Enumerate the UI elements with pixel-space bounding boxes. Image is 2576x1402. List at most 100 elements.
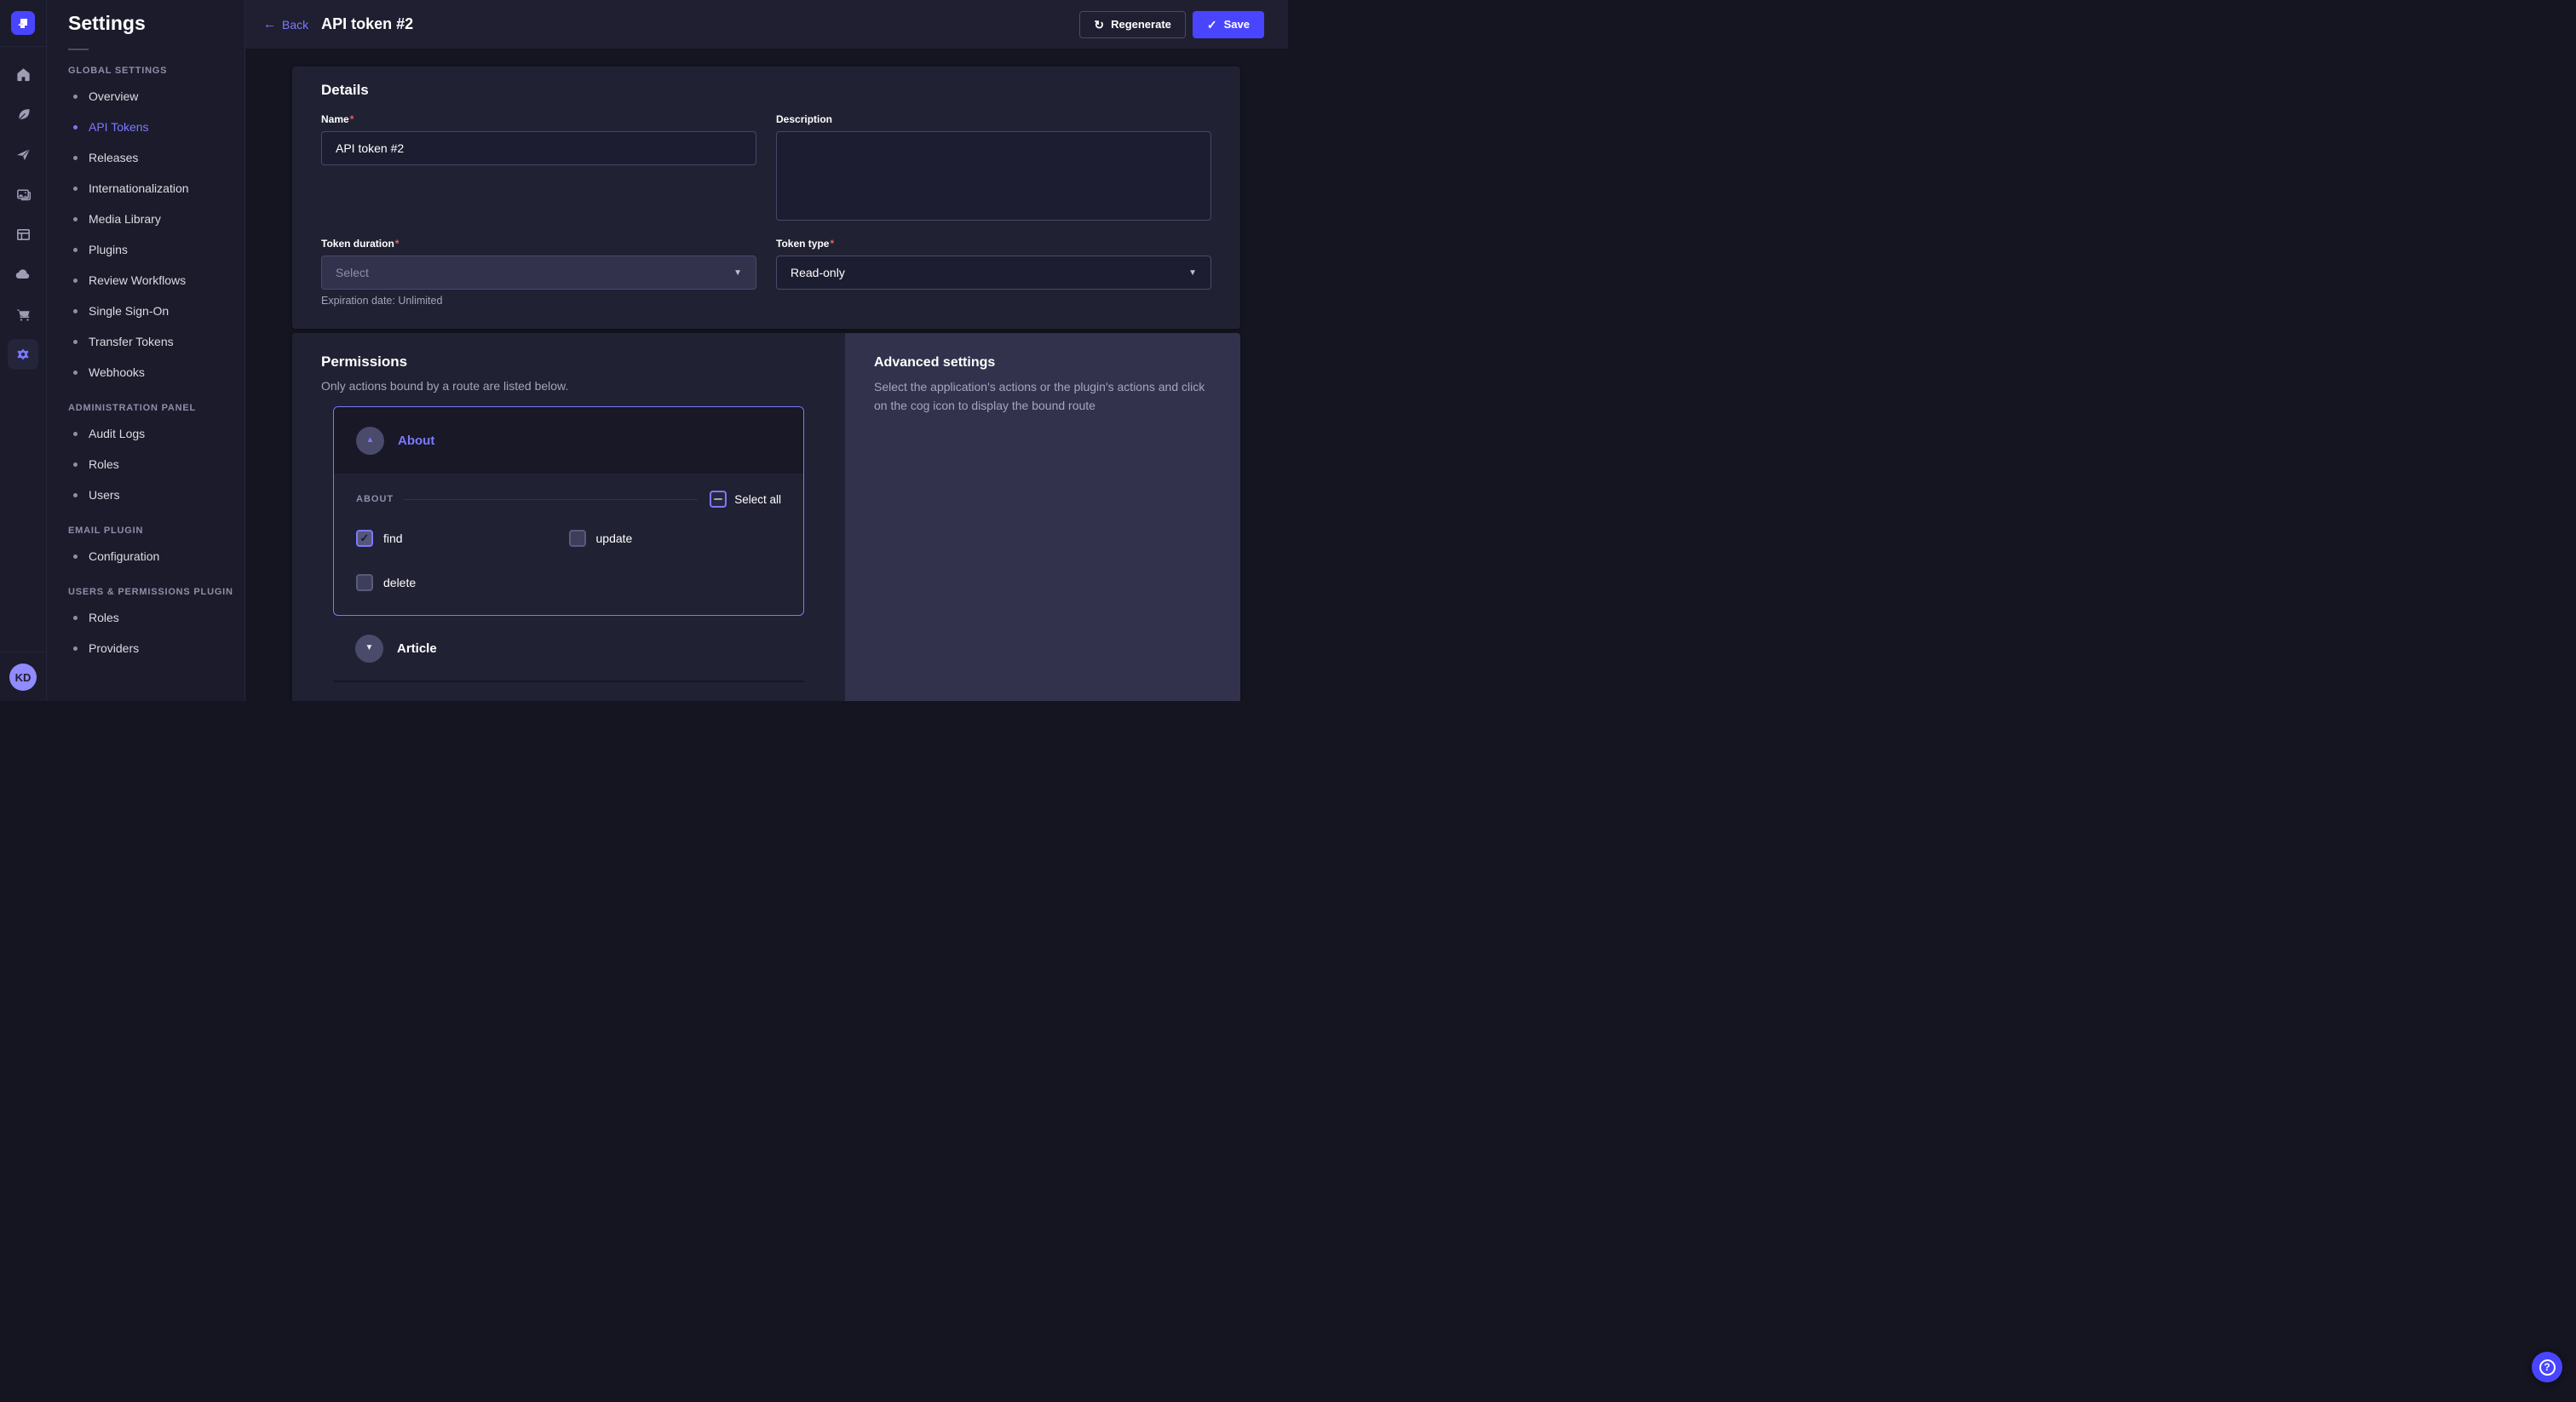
deploy-paper-plane-icon[interactable] [8,139,38,170]
sidebar-item-providers[interactable]: Providers [68,633,244,664]
main-nav-rail: KD [0,0,47,701]
page-title: API token #2 [321,15,413,33]
header-actions: ↻ Regenerate ✓ Save [1079,11,1264,38]
about-actions: ✓ find update [356,530,781,591]
sidebar-item-roles-admin[interactable]: Roles [68,449,244,480]
back-link[interactable]: ← Back [263,18,308,32]
media-library-icon[interactable] [8,179,38,210]
sidebar-item-single-sign-on[interactable]: Single Sign-On [68,296,244,326]
home-icon[interactable] [8,59,38,89]
delete-checkbox[interactable] [356,574,373,591]
bullet-icon [73,554,78,559]
chevron-down-icon: ▼ [365,644,374,652]
nav-section-label: USERS & PERMISSIONS PLUGIN [68,587,244,597]
name-input[interactable]: API token #2 [321,131,756,165]
indeterminate-dash-icon [714,498,722,500]
bullet-icon [73,493,78,497]
description-field-group: Description [776,113,1211,221]
content-manager-layout-icon[interactable] [8,219,38,250]
find-checkbox[interactable]: ✓ [356,530,373,547]
cloud-icon[interactable] [8,259,38,290]
sidebar-item-audit-logs[interactable]: Audit Logs [68,418,244,449]
strapi-logo-icon [16,16,30,30]
advanced-settings-panel: Advanced settings Select the application… [845,333,1240,701]
permissions-card: Permissions Only actions bound by a rout… [292,333,1240,701]
token-type-field-group: Token type* Read-only ▼ [776,238,1211,307]
rail-icons [8,59,38,701]
regenerate-button[interactable]: ↻ Regenerate [1079,11,1186,38]
accordion-about-label: About [398,434,434,448]
advanced-settings-heading: Advanced settings [874,355,1211,371]
token-type-select[interactable]: Read-only ▼ [776,256,1211,290]
token-duration-select[interactable]: Select ▼ [321,256,756,290]
permissions-panel: Permissions Only actions bound by a rout… [292,333,845,701]
sidebar-item-roles-up[interactable]: Roles [68,602,244,633]
refresh-icon: ↻ [1094,19,1104,31]
token-duration-field-group: Token duration* Select ▼ Expiration date… [321,238,756,307]
accordion-about-header[interactable]: ▲ About [334,407,803,474]
save-button[interactable]: ✓ Save [1193,11,1264,38]
token-type-label: Token type* [776,238,1211,250]
accordion-article-header[interactable]: ▼ Article [333,616,804,682]
bullet-icon [73,125,78,129]
bullet-icon [73,340,78,344]
settings-sidebar: Settings GLOBAL SETTINGS Overview API To… [47,0,245,701]
required-asterisk: * [350,113,354,125]
sidebar-item-users[interactable]: Users [68,480,244,510]
check-icon: ✓ [1207,19,1217,31]
description-textarea[interactable] [776,131,1211,221]
user-avatar[interactable]: KD [9,664,37,691]
bullet-icon [73,309,78,313]
content-builder-feather-icon[interactable] [8,99,38,129]
permissions-subtitle: Only actions bound by a route are listed… [321,379,816,393]
nav-section-email-plugin: EMAIL PLUGIN Configuration [68,526,244,572]
check-icon: ✓ [360,531,370,545]
select-all-control[interactable]: Select all [710,491,781,508]
accordion-about: ▲ About ABOUT Select all [333,406,804,616]
bullet-icon [73,95,78,99]
bullet-icon [73,187,78,191]
sidebar-item-webhooks[interactable]: Webhooks [68,357,244,388]
sidebar-item-plugins[interactable]: Plugins [68,234,244,265]
details-form: Name* API token #2 Description Token dur… [321,113,1211,307]
question-mark-icon: ? [2539,1359,2556,1376]
about-section-label: ABOUT [356,494,394,504]
strapi-logo[interactable] [11,11,35,35]
advanced-settings-description: Select the application's actions or the … [874,378,1211,415]
sidebar-item-overview[interactable]: Overview [68,81,244,112]
name-label: Name* [321,113,756,125]
select-all-checkbox[interactable] [710,491,727,508]
action-delete[interactable]: delete [356,574,584,591]
nav-section-global-settings: GLOBAL SETTINGS Overview API Tokens Rele… [68,66,244,388]
section-divider-line [404,499,698,500]
settings-gear-icon[interactable] [8,339,38,370]
token-duration-label: Token duration* [321,238,756,250]
sidebar-item-internationalization[interactable]: Internationalization [68,173,244,204]
permissions-heading: Permissions [321,353,816,371]
page-header: ← Back API token #2 ↻ Regenerate ✓ Save [245,0,1288,49]
chevron-down-icon: ▼ [733,268,742,278]
settings-title-divider [68,49,89,50]
sidebar-item-api-tokens[interactable]: API Tokens [68,112,244,142]
collapse-toggle-button[interactable]: ▲ [356,427,384,455]
sidebar-item-review-workflows[interactable]: Review Workflows [68,265,244,296]
name-field-group: Name* API token #2 [321,113,756,221]
sidebar-item-media-library[interactable]: Media Library [68,204,244,234]
main-area: ← Back API token #2 ↻ Regenerate ✓ Save … [245,0,1288,701]
sidebar-item-transfer-tokens[interactable]: Transfer Tokens [68,326,244,357]
rail-bottom: KD [0,652,46,701]
about-section-row: ABOUT Select all [356,491,781,508]
action-find[interactable]: ✓ find [356,530,569,547]
update-checkbox[interactable] [569,530,586,547]
chevron-up-icon: ▲ [366,436,375,445]
sidebar-item-configuration[interactable]: Configuration [68,541,244,572]
required-asterisk: * [830,238,834,250]
expand-toggle-button[interactable]: ▼ [355,635,383,663]
marketplace-cart-icon[interactable] [8,299,38,330]
help-button[interactable]: ? [2532,1352,2562,1382]
settings-sidebar-title: Settings [68,12,244,35]
sidebar-item-releases[interactable]: Releases [68,142,244,173]
nav-section-label: GLOBAL SETTINGS [68,66,244,76]
action-update[interactable]: update [569,530,782,547]
action-row: ✓ find update [356,530,781,547]
